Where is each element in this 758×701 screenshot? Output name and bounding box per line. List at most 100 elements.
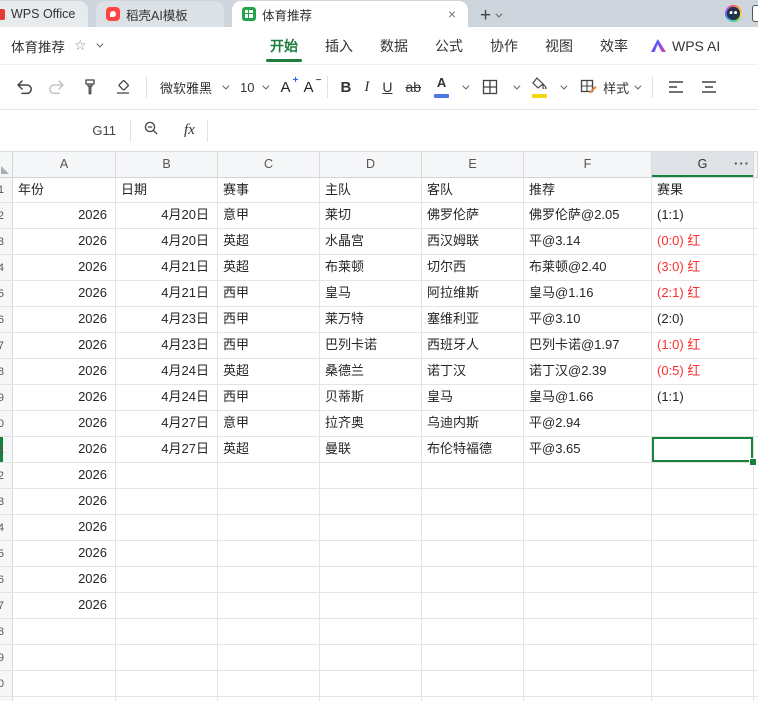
row-header-3[interactable]: 3 (0, 229, 13, 254)
cell-G5[interactable]: (2:1) 红 (652, 281, 754, 306)
cell-B16[interactable] (116, 567, 218, 592)
cell-A14[interactable]: 2026 (13, 515, 116, 540)
cell-C11[interactable]: 英超 (218, 437, 320, 462)
column-header-D[interactable]: D (320, 152, 422, 177)
formula-input[interactable] (208, 110, 758, 151)
cell-B2[interactable]: 4月20日 (116, 203, 218, 228)
menu-insert[interactable]: 插入 (321, 27, 357, 64)
cell-D18[interactable] (320, 619, 422, 644)
decrease-font-button[interactable]: A − (304, 75, 322, 96)
cell-A13[interactable]: 2026 (13, 489, 116, 514)
cell-A12[interactable]: 2026 (13, 463, 116, 488)
align-left-button[interactable] (666, 77, 686, 97)
row-header-19[interactable]: 19 (0, 645, 13, 670)
row-header-13[interactable]: 13 (0, 489, 13, 514)
cell-B5[interactable]: 4月21日 (116, 281, 218, 306)
new-tab-button[interactable]: + (480, 6, 491, 25)
cell-C18[interactable] (218, 619, 320, 644)
format-painter-button[interactable] (80, 77, 100, 97)
row-header-11[interactable]: 11 (0, 437, 13, 462)
menu-view[interactable]: 视图 (541, 27, 577, 64)
cell-G9[interactable]: (1:1) (652, 385, 754, 410)
cell-G1[interactable]: 赛果 (652, 178, 754, 202)
cell-A17[interactable]: 2026 (13, 593, 116, 618)
cell-C9[interactable]: 西甲 (218, 385, 320, 410)
cell-F9[interactable]: 皇马@1.66 (524, 385, 652, 410)
menu-wps-ai[interactable]: WPS AI (651, 38, 720, 54)
column-header-F[interactable]: F (524, 152, 652, 177)
tab-docer-templates[interactable]: 稻壳AI模板 (96, 1, 224, 27)
cell-F7[interactable]: 巴列卡诺@1.97 (524, 333, 652, 358)
cell-E18[interactable] (422, 619, 524, 644)
cell-A15[interactable]: 2026 (13, 541, 116, 566)
tab-list-chevron-icon[interactable] (495, 10, 503, 18)
cell-E6[interactable]: 塞维利亚 (422, 307, 524, 332)
cell-B18[interactable] (116, 619, 218, 644)
cell-A19[interactable] (13, 645, 116, 670)
cell-A5[interactable]: 2026 (13, 281, 116, 306)
cell-B4[interactable]: 4月21日 (116, 255, 218, 280)
cell-D7[interactable]: 巴列卡诺 (320, 333, 422, 358)
cell-G17[interactable] (652, 593, 754, 618)
cell-E4[interactable]: 切尔西 (422, 255, 524, 280)
cell-C1[interactable]: 赛事 (218, 178, 320, 202)
row-header-1[interactable]: 1 (0, 178, 13, 202)
cell-G18[interactable] (652, 619, 754, 644)
cell-B1[interactable]: 日期 (116, 178, 218, 202)
cell-E20[interactable] (422, 671, 524, 696)
cell-D12[interactable] (320, 463, 422, 488)
cell-C19[interactable] (218, 645, 320, 670)
favorite-star-icon[interactable]: ☆ (74, 37, 87, 54)
menu-data[interactable]: 数据 (376, 27, 412, 64)
cell-D8[interactable]: 桑德兰 (320, 359, 422, 384)
cell-A7[interactable]: 2026 (13, 333, 116, 358)
name-box[interactable]: G11 (0, 123, 130, 138)
cell-D16[interactable] (320, 567, 422, 592)
row-header-18[interactable]: 18 (0, 619, 13, 644)
cell-E8[interactable]: 诺丁汉 (422, 359, 524, 384)
cell-B8[interactable]: 4月24日 (116, 359, 218, 384)
cell-F18[interactable] (524, 619, 652, 644)
cell-G8[interactable]: (0:5) 红 (652, 359, 754, 384)
borders-chevron-icon[interactable] (513, 82, 521, 90)
cell-G11[interactable] (652, 437, 757, 466)
row-header-10[interactable]: 10 (0, 411, 13, 436)
cell-C21[interactable] (218, 697, 320, 701)
cell-D2[interactable]: 莱切 (320, 203, 422, 228)
cell-B17[interactable] (116, 593, 218, 618)
underline-button[interactable]: U (382, 79, 392, 95)
bold-button[interactable]: B (341, 79, 352, 96)
column-header-E[interactable]: E (422, 152, 524, 177)
cell-E1[interactable]: 客队 (422, 178, 524, 202)
cell-D11[interactable]: 曼联 (320, 437, 422, 462)
row-header-12[interactable]: 12 (0, 463, 13, 488)
cell-E2[interactable]: 佛罗伦萨 (422, 203, 524, 228)
cell-C4[interactable]: 英超 (218, 255, 320, 280)
cell-E14[interactable] (422, 515, 524, 540)
menu-collaborate[interactable]: 协作 (486, 27, 522, 64)
cell-A20[interactable] (13, 671, 116, 696)
row-header-8[interactable]: 8 (0, 359, 13, 384)
font-size-select[interactable]: 10 (240, 80, 270, 95)
row-header-17[interactable]: 17 (0, 593, 13, 618)
cell-D5[interactable]: 皇马 (320, 281, 422, 306)
font-color-chevron-icon[interactable] (462, 82, 470, 90)
more-columns-icon[interactable]: ··· (734, 151, 750, 176)
cell-E21[interactable] (422, 697, 524, 701)
cell-F3[interactable]: 平@3.14 (524, 229, 652, 254)
row-header-16[interactable]: 16 (0, 567, 13, 592)
cell-F20[interactable] (524, 671, 652, 696)
cell-E13[interactable] (422, 489, 524, 514)
strikethrough-button[interactable]: ab (405, 79, 421, 95)
cell-E19[interactable] (422, 645, 524, 670)
cell-B20[interactable] (116, 671, 218, 696)
cell-D14[interactable] (320, 515, 422, 540)
cell-B7[interactable]: 4月23日 (116, 333, 218, 358)
cell-B3[interactable]: 4月20日 (116, 229, 218, 254)
close-tab-icon[interactable]: × (446, 7, 458, 21)
cell-B19[interactable] (116, 645, 218, 670)
cell-G3[interactable]: (0:0) 红 (652, 229, 754, 254)
cell-F17[interactable] (524, 593, 652, 618)
cell-D20[interactable] (320, 671, 422, 696)
cell-G6[interactable]: (2:0) (652, 307, 754, 332)
